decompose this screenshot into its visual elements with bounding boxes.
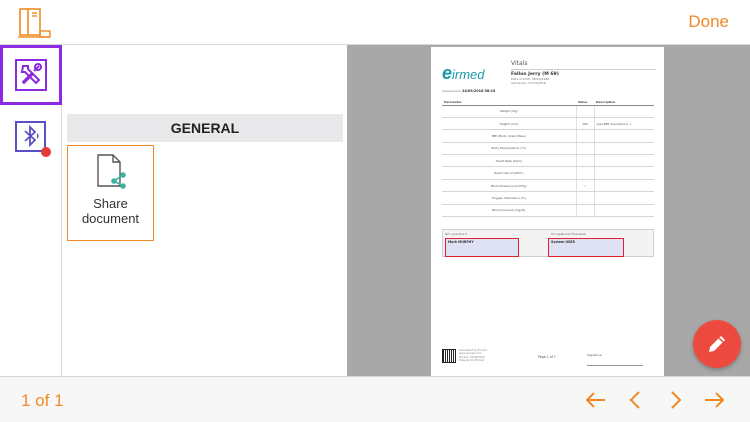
table-cell-description	[594, 154, 654, 168]
first-page-button[interactable]	[583, 388, 609, 412]
top-toolbar: Done	[0, 0, 750, 45]
table-cell-value	[575, 142, 595, 156]
bookshelf-icon[interactable]	[16, 7, 52, 39]
table-cell-parameter: Heart rate (rhythm)	[442, 166, 576, 180]
table-cell-parameter: BMI (Body Index Mass)	[442, 129, 576, 143]
tools-tab[interactable]	[0, 45, 62, 105]
signature-footer-label: Signature	[587, 353, 602, 357]
table-cell-parameter: Weight (Kg)	[442, 105, 576, 118]
table-row: Heart rate (rhythm)	[442, 166, 654, 180]
signature-field-right[interactable]: System USER	[548, 238, 624, 257]
document-page: eeirmedirmed Vitals Fallon Jerry (M 69) …	[431, 47, 664, 376]
share-document-label: Share document	[81, 196, 140, 226]
edit-button[interactable]	[693, 320, 741, 368]
table-cell-value	[575, 129, 595, 143]
next-page-button[interactable]	[662, 388, 688, 412]
table-cell-value: 180	[575, 117, 595, 131]
last-page-button[interactable]	[701, 388, 727, 412]
table-cell-value	[575, 191, 595, 205]
qr-code-icon	[442, 349, 456, 363]
table-cell-value	[575, 204, 595, 218]
bluetooth-tab[interactable]	[15, 121, 51, 157]
signature-field-left[interactable]: Mark MURPHY	[445, 238, 519, 257]
document-title: Vitals	[511, 60, 528, 67]
table-cell-value	[575, 166, 595, 180]
table-cell-value	[575, 154, 595, 168]
table-cell-description	[594, 166, 654, 180]
table-cell-value	[575, 105, 595, 118]
eirmed-logo: eeirmedirmed	[442, 63, 485, 83]
footer-text: Generated by Eirmed www.eirmed.com Print…	[459, 349, 487, 363]
tool-rail	[0, 45, 62, 376]
hammer-wrench-icon	[15, 59, 47, 91]
document-viewer[interactable]: eeirmedirmed Vitals Fallon Jerry (M 69) …	[347, 45, 750, 376]
table-cell-description	[594, 105, 654, 118]
assessment-date: Assessment: 24/09/2018 08:15	[442, 89, 496, 93]
table-cell-parameter: Blood Pressure (mmHg)	[442, 179, 576, 193]
arrow-right-icon	[705, 392, 725, 408]
title-divider	[511, 69, 656, 70]
table-cell-value: /	[575, 179, 595, 193]
table-cell-description	[594, 129, 654, 143]
chevron-right-icon	[671, 391, 682, 409]
page-count: 1 of 1	[21, 391, 64, 410]
signature-line	[587, 365, 643, 366]
table-cell-description	[594, 142, 654, 156]
table-cell-parameter: Oxygen Saturation (%)	[442, 191, 576, 205]
table-cell-description: (see BMI description) ↓	[594, 117, 654, 131]
vitals-table: Parameter Value Description Weight (Kg) H…	[442, 99, 654, 218]
table-cell-parameter: Body Temperature (°C)	[442, 142, 576, 156]
signature-left-label: GP / practice E	[445, 232, 468, 236]
table-row: Body Temperature (°C)	[442, 142, 654, 156]
arrow-left-icon	[585, 392, 605, 408]
table-cell-description	[594, 191, 654, 205]
patient-meta: Date of birth: 08/09/1980 Admission: 07/…	[511, 77, 550, 85]
share-document-button[interactable]: Share document	[67, 145, 154, 241]
table-cell-description	[594, 179, 654, 193]
table-cell-description	[594, 204, 654, 218]
bottom-toolbar: 1 of 1	[0, 376, 750, 422]
bluetooth-icon	[24, 124, 39, 148]
table-row: Heart Rate (bpm)	[442, 154, 654, 168]
table-row: Height (Cm) 180 (see BMI description) ↓	[442, 117, 654, 131]
signature-right-label: Occupational Therapist	[551, 232, 586, 236]
chevron-left-icon	[629, 391, 640, 409]
previous-page-button[interactable]	[623, 388, 649, 412]
table-row: Weight (Kg)	[442, 105, 654, 118]
table-row: BMI (Body Index Mass)	[442, 129, 654, 143]
share-document-icon	[95, 153, 129, 189]
table-row: Blood Glucose (mg/dl)	[442, 204, 654, 218]
pencil-icon	[709, 336, 725, 352]
done-button[interactable]: Done	[688, 12, 729, 32]
notification-badge	[41, 147, 51, 157]
table-row: Blood Pressure (mmHg) /	[442, 179, 654, 193]
section-header: GENERAL	[67, 114, 343, 142]
page-label: Page 1 of 1	[538, 355, 556, 359]
table-row: Oxygen Saturation (%)	[442, 191, 654, 205]
table-cell-parameter: Height (Cm)	[442, 117, 576, 131]
options-panel: GENERAL Share document	[62, 45, 347, 376]
app-window: Done GENERAL Share document eirmed Vital…	[0, 0, 750, 422]
table-cell-parameter: Blood Glucose (mg/dl)	[442, 204, 576, 218]
signatures-section: GP / practice E Occupational Therapist M…	[442, 229, 654, 257]
table-cell-parameter: Heart Rate (bpm)	[442, 154, 576, 168]
